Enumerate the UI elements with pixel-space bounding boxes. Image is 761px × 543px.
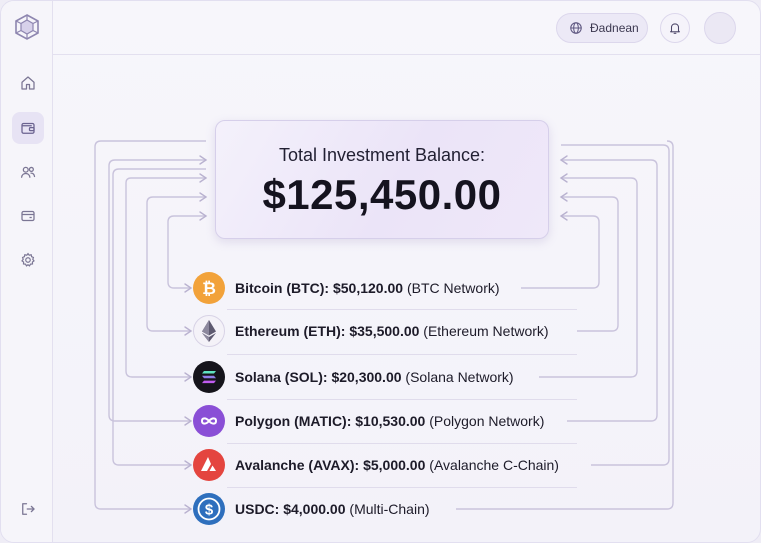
divider	[227, 443, 577, 444]
settings-icon	[21, 252, 35, 267]
divider	[227, 487, 577, 488]
asset-network: (Ethereum Network)	[423, 323, 549, 339]
divider	[227, 399, 577, 400]
logout-button[interactable]	[12, 493, 44, 525]
notifications-button[interactable]	[660, 13, 690, 43]
top-bar	[53, 1, 760, 55]
balance-title: Total Investment Balance:	[278, 145, 486, 165]
bitcoin-icon: ₿	[193, 272, 225, 304]
divider	[227, 309, 577, 310]
wallet-icon	[21, 122, 35, 134]
balance-value: $125,450.00	[262, 171, 502, 218]
asset-row-avalanche[interactable]: Avalanche (AVAX): $5,000.00 (Avalanche C…	[193, 448, 559, 482]
solana-icon	[193, 361, 225, 393]
asset-label: Polygon (MATIC): $10,530.00	[235, 413, 426, 429]
globe-icon	[570, 22, 582, 34]
sidebar-item-home[interactable]	[12, 67, 44, 99]
sidebar-item-cards[interactable]	[12, 200, 44, 232]
asset-label: Solana (SOL): $20,300.00	[235, 369, 402, 385]
asset-label: Bitcoin (BTC): $50,120.00	[235, 280, 404, 296]
user-name: Ɖadnean	[590, 21, 639, 35]
svg-text:₿: ₿	[202, 279, 216, 298]
svg-text:$: $	[205, 502, 214, 519]
app-window: Ɖadnean Total Investment Balance: $125,4…	[0, 0, 761, 543]
sidebar	[1, 1, 53, 542]
asset-row-polygon[interactable]: Polygon (MATIC): $10,530.00 (Polygon Net…	[193, 404, 544, 438]
asset-row-solana[interactable]: Solana (SOL): $20,300.00 (Solana Network…	[193, 360, 514, 394]
polygon-icon	[193, 405, 225, 437]
user-menu-button[interactable]: Ɖadnean	[556, 13, 648, 43]
asset-row-ethereum[interactable]: Ethereum (ETH): $35,500.00 (Ethereum Net…	[193, 314, 549, 348]
asset-network: (Avalanche C-Chain)	[429, 457, 559, 473]
sidebar-item-wallet[interactable]	[12, 112, 44, 144]
divider	[227, 354, 577, 355]
ethereum-icon	[193, 315, 225, 347]
bell-icon	[670, 23, 680, 34]
total-balance-card: Total Investment Balance: $125,450.00	[215, 120, 549, 239]
usdc-icon: $	[193, 493, 225, 525]
avalanche-icon	[193, 449, 225, 481]
asset-label: USDC: $4,000.00	[235, 501, 346, 517]
asset-network: (BTC Network)	[406, 280, 500, 296]
asset-row-usdc[interactable]: $ USDC: $4,000.00 (Multi-Chain)	[193, 492, 430, 526]
asset-network: (Polygon Network)	[429, 413, 545, 429]
asset-network: (Multi-Chain)	[349, 501, 430, 517]
asset-network: (Solana Network)	[405, 369, 514, 385]
logout-icon	[22, 503, 35, 515]
sidebar-item-users[interactable]	[12, 156, 44, 188]
sidebar-item-settings[interactable]	[12, 244, 44, 276]
logo-icon[interactable]	[13, 13, 41, 41]
avatar[interactable]	[704, 12, 736, 44]
card-icon	[21, 210, 35, 222]
asset-label: Avalanche (AVAX): $5,000.00	[235, 457, 426, 473]
asset-label: Ethereum (ETH): $35,500.00	[235, 323, 420, 339]
asset-row-bitcoin[interactable]: ₿ Bitcoin (BTC): $50,120.00 (BTC Network…	[193, 271, 500, 305]
users-icon	[20, 166, 36, 178]
home-icon	[21, 76, 35, 90]
